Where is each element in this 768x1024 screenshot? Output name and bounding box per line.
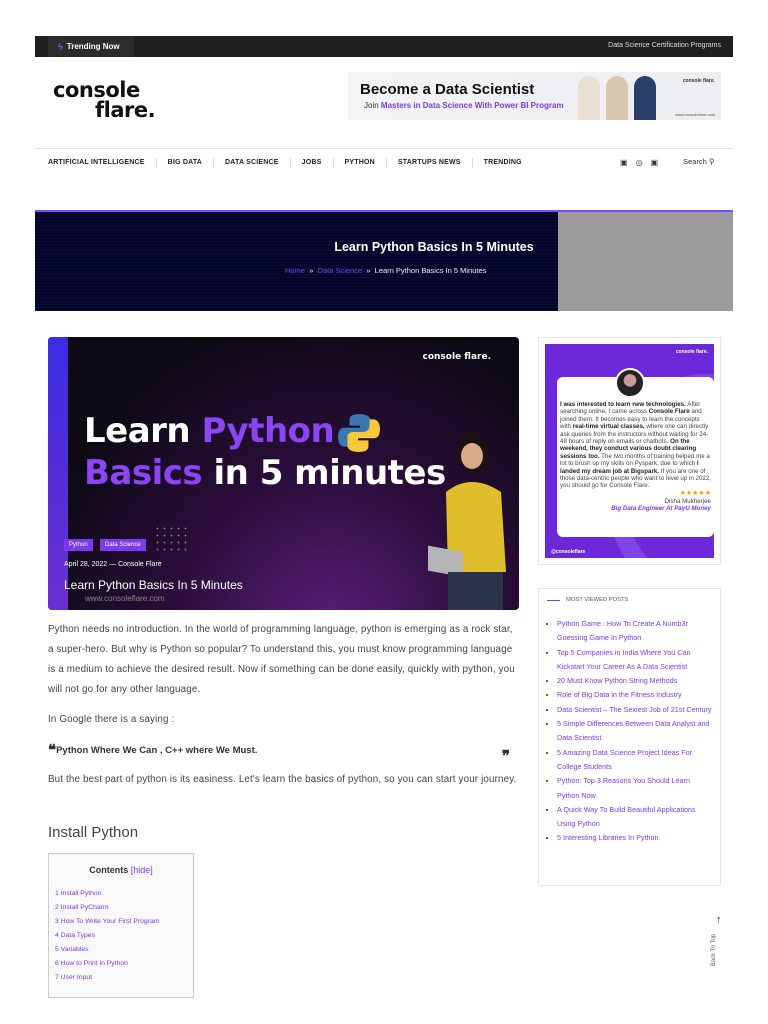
nav-python[interactable]: PYTHON (332, 158, 386, 168)
featured-title[interactable]: Learn Python Basics In 5 Minutes (64, 578, 243, 592)
open-quote-icon: ❝ (48, 741, 57, 759)
social-links: ▣ ◎ ▣ (620, 158, 658, 167)
page-title: Learn Python Basics In 5 Minutes (334, 240, 534, 254)
nav-big-data[interactable]: BIG DATA (155, 158, 213, 168)
main-nav: ARTIFICIAL INTELLIGENCE BIG DATA DATA SC… (48, 158, 533, 168)
toc-item[interactable]: 1 Install Python (55, 887, 193, 901)
post-link[interactable]: 5 Interesting Libraries In Python (557, 831, 712, 845)
post-link[interactable]: Python: Top 3 Reasons You Should Learn P… (557, 774, 712, 803)
toc-item[interactable]: 3 How To Write Your First Program (55, 915, 193, 929)
table-of-contents: Contents [hide] 1 Install Python 2 Insta… (48, 853, 194, 998)
post-link[interactable]: Top 5 Companies in India Where You Can K… (557, 646, 712, 675)
trending-now-button[interactable]: ϟ Trending Now (48, 36, 134, 57)
paragraph: Python needs no introduction. In the wor… (48, 624, 515, 695)
nav-data-science[interactable]: DATA SCIENCE (213, 158, 290, 168)
testimonial-card: I was interested to learn new technologi… (557, 377, 714, 537)
breadcrumb: Home » Data Science » Learn Python Basic… (285, 266, 487, 275)
arrow-up-icon: ↑ (716, 914, 722, 926)
breadcrumb-home[interactable]: Home (285, 266, 305, 275)
blockquote: ❝Python Where We Can , C++ where We Must… (48, 741, 510, 765)
close-quote-icon: ❞ (501, 747, 510, 765)
post-link[interactable]: Role of Big Data in the Fitness Industry (557, 688, 712, 702)
lightning-icon: ϟ (58, 41, 63, 52)
instagram-icon[interactable]: ◎ (636, 158, 643, 167)
breadcrumb-current: Learn Python Basics In 5 Minutes (374, 266, 487, 275)
nav-artificial-intelligence[interactable]: ARTIFICIAL INTELLIGENCE (48, 158, 156, 168)
avatar (615, 368, 645, 398)
paragraph: In Google there is a saying : (48, 714, 175, 725)
hero-side-panel (558, 210, 733, 311)
linkedin-icon[interactable]: ▣ (651, 158, 659, 167)
toc-item[interactable]: 4 Data Types (55, 929, 193, 943)
nav-trending[interactable]: TRENDING (471, 158, 533, 168)
ad-people-image (578, 76, 656, 120)
post-link[interactable]: A Quick Way To Build Beautiful Applicati… (557, 803, 712, 832)
toc-item[interactable]: 2 Install PyCharm (55, 901, 193, 915)
search-button[interactable]: Search ⚲ (683, 157, 714, 166)
post-link[interactable]: Data Scientist – The Sexiest Job of 21st… (557, 703, 712, 717)
featured-image[interactable]: console flare. Learn Python Basics in 5 m… (48, 337, 519, 610)
post-link[interactable]: 5 Simple Differences Between Data Analys… (557, 717, 712, 746)
back-to-top-button[interactable]: ↑ Back To Top (711, 914, 732, 976)
python-logo-icon (338, 414, 380, 452)
most-viewed-posts-widget: MOST VIEWED POSTS Python Game : How To C… (538, 588, 721, 886)
post-link[interactable]: Python Game : How To Create A Numb3r Gue… (557, 617, 712, 646)
site-logo[interactable]: console flare. (53, 80, 156, 121)
post-link[interactable]: 20 Must Know Python String Methods (557, 674, 712, 688)
toc-hide-toggle[interactable]: [hide] (131, 865, 153, 875)
toc-item[interactable]: 7 User Input (55, 971, 193, 985)
woman-with-laptop-image (428, 432, 506, 610)
featured-headline: Learn Python Basics in 5 minutes (84, 411, 446, 493)
tag-data-science[interactable]: Data Science (100, 539, 146, 551)
facebook-icon[interactable]: ▣ (620, 158, 628, 167)
testimonial-widget[interactable]: console flare. I was interested to learn… (538, 337, 721, 565)
search-icon: ⚲ (708, 157, 715, 166)
toc-item[interactable]: 6 How to Print in Python (55, 957, 193, 971)
breadcrumb-data-science[interactable]: Data Science (318, 266, 363, 275)
rating-stars: ★★★★★ (679, 489, 711, 497)
section-heading: Install Python (48, 824, 139, 841)
toc-item[interactable]: 5 Variables (55, 943, 193, 957)
divider (35, 148, 733, 149)
nav-jobs[interactable]: JOBS (289, 158, 333, 168)
paragraph: But the best part of python is its easin… (48, 774, 517, 785)
page-hero (35, 210, 558, 311)
top-bar: ϟ Trending Now Data Science Certification… (35, 36, 733, 57)
post-meta: April 28, 2022 — Console Flare (64, 561, 162, 568)
tag-python[interactable]: Python (64, 539, 93, 551)
certification-programs-link[interactable]: Data Science Certification Programs (608, 42, 721, 49)
nav-startups-news[interactable]: STARTUPS NEWS (385, 158, 472, 168)
post-link[interactable]: 5 Amazing Data Science Project Ideas For… (557, 746, 712, 775)
ad-banner[interactable]: Become a Data Scientist Join Masters in … (348, 72, 721, 120)
